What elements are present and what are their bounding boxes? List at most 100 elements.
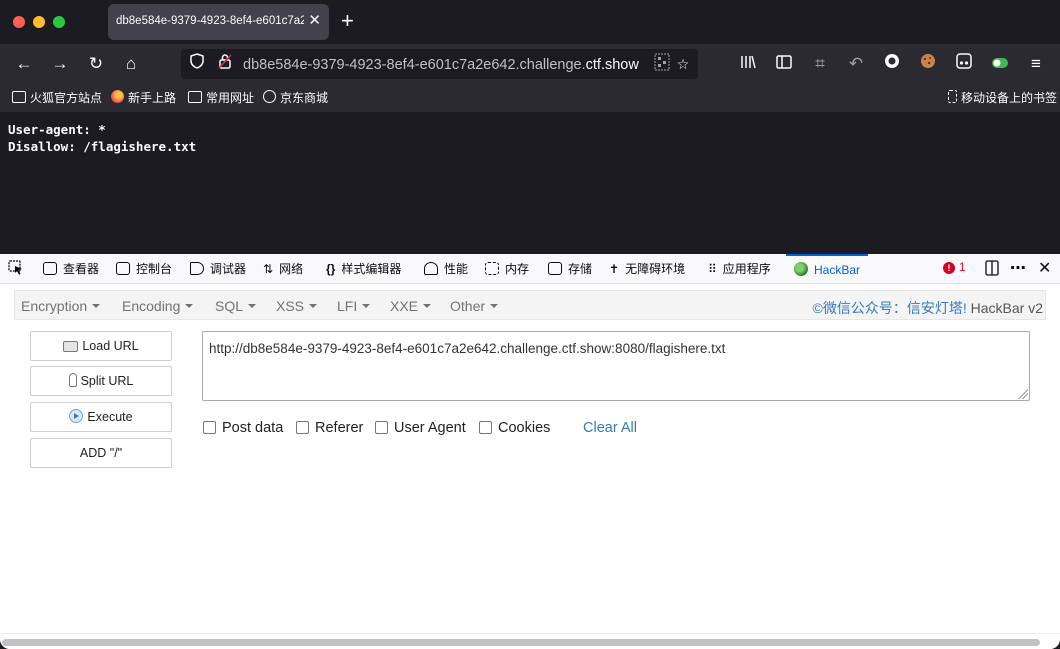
tab-debugger[interactable]: 调试器 (190, 254, 246, 284)
tab-inspector[interactable]: 查看器 (43, 254, 99, 284)
mobile-device-icon (948, 90, 957, 103)
bookmarks-toolbar: 火狐官方站点 新手上路 常用网址 京东商城 移动设备上的书签 (0, 84, 1060, 112)
add-slash-button[interactable]: ADD "/" (30, 438, 172, 468)
cookie-icon[interactable] (916, 52, 940, 76)
load-url-button[interactable]: Load URL (30, 331, 172, 361)
close-devtools-icon[interactable]: ✕ (1038, 254, 1051, 284)
application-grid-icon: ⠿ (708, 262, 717, 276)
performance-icon (424, 262, 438, 275)
horizontal-scrollbar[interactable] (0, 633, 1060, 649)
firefox-icon (111, 90, 124, 103)
url-text[interactable]: db8e584e-9379-4923-8ef4-e601c7a2e642.cha… (243, 57, 649, 73)
cookies-checkbox[interactable]: Cookies (479, 419, 550, 437)
extension-mask-icon[interactable] (952, 52, 976, 76)
tab-bar: db8e584e-9379-4923-8ef4-e601c7a2e642.cha… (0, 0, 1060, 44)
extension-circle-icon[interactable] (880, 52, 904, 76)
scrollbar-thumb[interactable] (2, 639, 1040, 646)
scissors-icon (68, 373, 77, 387)
error-icon[interactable]: ! (943, 262, 955, 274)
user-agent-checkbox[interactable]: User Agent (375, 419, 466, 437)
menu-lfi[interactable]: LFI (337, 298, 371, 314)
maximize-window-button[interactable] (53, 16, 65, 28)
bookmark-star-icon[interactable]: ☆ (672, 53, 694, 75)
network-icon: ⇅ (263, 262, 274, 276)
tab-network[interactable]: ⇅ 网络 (263, 254, 303, 284)
hackbar-icon (794, 262, 808, 276)
home-icon[interactable]: ⌂ (119, 52, 143, 76)
page-content: User-agent: * Disallow: /flagishere.txt (0, 112, 1060, 254)
new-tab-button[interactable]: + (341, 10, 354, 32)
tab-console[interactable]: 控制台 (116, 254, 172, 284)
play-icon (69, 409, 84, 423)
inspector-icon (43, 262, 57, 275)
clear-all-link[interactable]: Clear All (583, 419, 637, 437)
bookmark-item[interactable]: 京东商城 (263, 90, 328, 106)
forward-icon[interactable]: → (48, 52, 72, 76)
lock-icon[interactable] (214, 53, 236, 75)
browser-tab[interactable]: db8e584e-9379-4923-8ef4-e601c7a2e642.cha… (108, 4, 329, 40)
chevron-down-icon (362, 304, 371, 308)
error-count[interactable]: 1 (959, 262, 965, 274)
menu-sql[interactable]: SQL (215, 298, 257, 314)
tab-performance[interactable]: 性能 (424, 254, 468, 284)
chevron-down-icon (490, 304, 499, 308)
tab-title: db8e584e-9379-4923-8ef4-e601c7a2e642.cha… (116, 15, 304, 27)
style-editor-icon: {} (326, 262, 336, 276)
toggle-extension-icon[interactable] (988, 52, 1012, 76)
folder-icon (188, 91, 202, 103)
bookmark-item[interactable]: 常用网址 (188, 90, 254, 106)
menu-xxe[interactable]: XXE (390, 298, 432, 314)
devtools-toolbar: 查看器 控制台 调试器 ⇅ 网络 {} 样式编辑器 性能 内存 存储 ✝ 无障碍环境 … (0, 254, 1060, 284)
minimize-window-button[interactable] (33, 16, 45, 28)
resize-handle-icon[interactable] (1018, 389, 1028, 399)
dock-layout-icon[interactable] (984, 254, 1000, 284)
chevron-down-icon (423, 304, 432, 308)
menu-xss[interactable]: XSS (276, 298, 318, 314)
referer-checkbox[interactable]: Referer (296, 419, 363, 437)
robots-line: User-agent: * (8, 122, 106, 137)
navigation-toolbar: ← → ↻ ⌂ db8e584e-9379-4923-8ef4-e601c7a2… (0, 44, 1060, 84)
bookmark-item[interactable]: 火狐官方站点 (12, 90, 102, 106)
tab-memory[interactable]: 内存 (485, 254, 529, 284)
browser-window: db8e584e-9379-4923-8ef4-e601c7a2e642.cha… (0, 0, 1060, 649)
qr-code-icon[interactable] (651, 53, 673, 75)
hackbar-menu: Encryption Encoding SQL XSS LFI XXE Othe… (14, 290, 1046, 320)
crop-icon[interactable]: ⌗ (808, 52, 832, 76)
mobile-bookmarks[interactable]: 移动设备上的书签 (948, 90, 1057, 106)
shield-icon[interactable] (186, 53, 208, 75)
chevron-down-icon (92, 304, 101, 308)
close-window-button[interactable] (13, 16, 25, 28)
hackbar-brand[interactable]: ©微信公众号：信安灯塔! HackBar v2 (813, 298, 1043, 318)
folder-icon (12, 91, 26, 103)
menu-encoding[interactable]: Encoding (122, 298, 194, 314)
more-options-icon[interactable]: ⋯ (1010, 254, 1026, 284)
tab-storage[interactable]: 存储 (548, 254, 592, 284)
reload-icon[interactable]: ↻ (84, 52, 108, 76)
split-url-button[interactable]: Split URL (30, 366, 172, 396)
tab-accessibility[interactable]: ✝ 无障碍环境 (609, 254, 685, 284)
url-textarea[interactable]: http://db8e584e-9379-4923-8ef4-e601c7a2e… (202, 331, 1030, 401)
menu-encryption[interactable]: Encryption (21, 298, 101, 314)
execute-button[interactable]: Execute (30, 402, 172, 432)
devtools-panel: 查看器 控制台 调试器 ⇅ 网络 {} 样式编辑器 性能 内存 存储 ✝ 无障碍环境 … (0, 254, 1060, 649)
back-icon[interactable]: ← (12, 52, 36, 76)
menu-icon[interactable]: ≡ (1024, 52, 1048, 76)
element-picker-icon[interactable] (8, 254, 24, 284)
menu-other[interactable]: Other (450, 298, 499, 314)
accessibility-icon: ✝ (609, 262, 620, 276)
tab-application[interactable]: ⠿ 应用程序 (708, 254, 771, 284)
console-icon (116, 262, 130, 275)
load-icon (63, 341, 79, 352)
chevron-down-icon (309, 304, 318, 308)
debugger-icon (190, 262, 204, 275)
tab-style-editor[interactable]: {} 样式编辑器 (326, 254, 401, 284)
address-bar[interactable]: db8e584e-9379-4923-8ef4-e601c7a2e642.cha… (181, 49, 698, 79)
post-data-checkbox[interactable]: Post data (203, 419, 283, 437)
undo-icon[interactable]: ↶ (844, 52, 868, 76)
close-tab-icon[interactable]: ✕ (308, 12, 321, 30)
sidebar-icon[interactable] (772, 52, 796, 76)
bookmark-item[interactable]: 新手上路 (111, 90, 176, 106)
library-icon[interactable] (736, 52, 760, 76)
tab-hackbar[interactable]: HackBar (786, 254, 869, 284)
memory-icon (485, 262, 499, 275)
